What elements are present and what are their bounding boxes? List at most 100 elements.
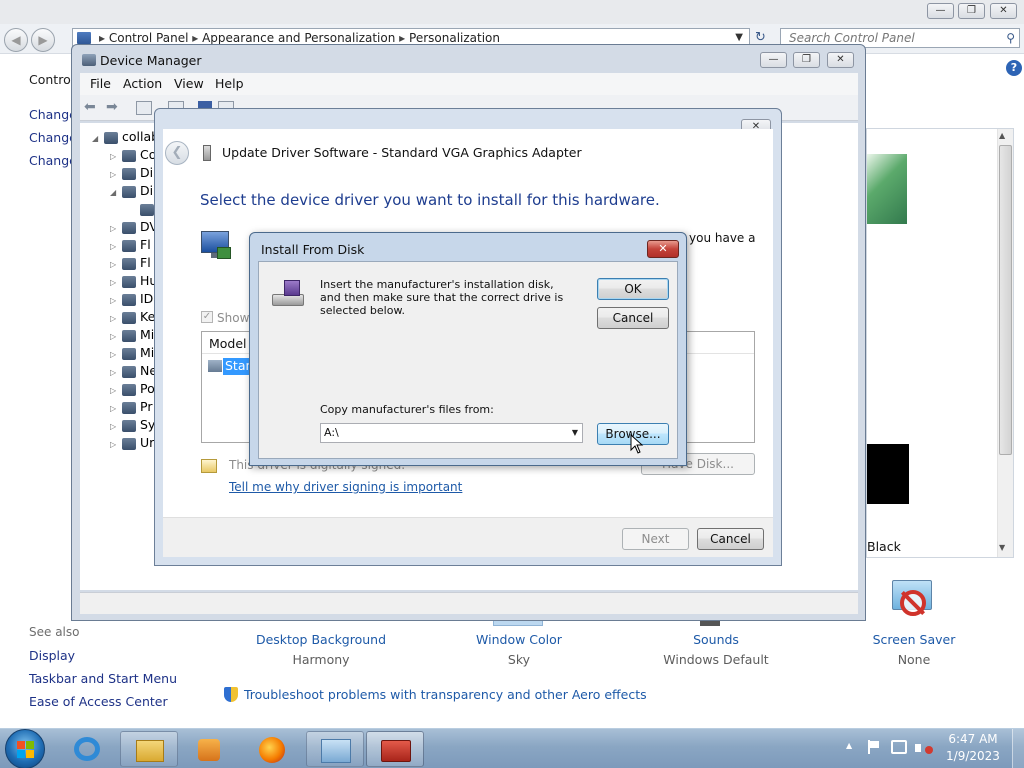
close-button[interactable]: ✕ [990,3,1017,19]
expand-arrow-icon[interactable]: ▷ [110,152,122,161]
taskbar-control-panel[interactable] [306,731,364,767]
clock-date[interactable]: 1/9/2023 [938,749,1008,763]
volume-muted-icon[interactable] [915,740,933,756]
expand-arrow-icon[interactable]: ▷ [110,224,122,233]
show-hidden-icons[interactable]: ▲ [846,741,852,750]
back-arrow-icon[interactable]: ⬅ [84,99,96,115]
expand-arrow-icon[interactable]: ▷ [110,440,122,449]
tree-item[interactable]: ▷ Fl [110,237,151,255]
next-button[interactable]: Next [622,528,689,550]
tree-item[interactable]: ▷ Po [110,381,155,399]
sounds-link[interactable]: Sounds [636,632,796,647]
left-link-2[interactable]: Change [29,153,77,168]
taskbar-media-player[interactable] [180,731,238,767]
breadcrumb-item-0[interactable]: Control Panel [109,31,189,45]
help-icon[interactable]: ? [1006,60,1022,76]
theme-scrollbar[interactable]: ▲ ▼ [997,129,1013,557]
copy-from-combobox[interactable]: A:\ ▼ [320,423,583,443]
window-color-link[interactable]: Window Color [439,632,599,647]
see-also-display[interactable]: Display [29,648,75,663]
expand-arrow-icon[interactable]: ▷ [110,242,122,251]
tree-item[interactable]: ▷ Mi [110,345,154,363]
theme-label-black[interactable]: Black [867,539,901,554]
refresh-icon[interactable]: ↻ [755,30,766,45]
screen-saver-icon[interactable] [890,580,936,624]
expand-arrow-icon[interactable]: ▷ [110,332,122,341]
tree-item[interactable]: ▷ DV [110,219,158,237]
expand-arrow-icon[interactable]: ◢ [92,134,104,143]
expand-arrow-icon[interactable]: ▷ [110,404,122,413]
tree-item[interactable]: ▷ Pr [110,399,152,417]
driver-signing-link[interactable]: Tell me why driver signing is important [229,480,462,494]
back-icon[interactable]: ◀ [4,28,28,52]
expand-arrow-icon[interactable]: ◢ [110,188,122,197]
expand-arrow-icon[interactable]: ▷ [110,368,122,377]
theme-thumbnail[interactable] [867,154,907,224]
forward-icon[interactable]: ▶ [31,28,55,52]
tree-item[interactable]: ▷ Sy [110,417,155,435]
combobox-dropdown-icon[interactable]: ▼ [572,424,578,442]
tree-item[interactable]: ▷ Ke [110,309,155,327]
tree-item[interactable]: ▷ Co [110,147,156,165]
expand-arrow-icon[interactable]: ▷ [110,296,122,305]
forward-arrow-icon[interactable]: ➡ [106,99,118,115]
see-also-taskbar[interactable]: Taskbar and Start Menu [29,671,177,686]
breadcrumb-item-2[interactable]: Personalization [409,31,500,45]
scroll-up-icon[interactable]: ▲ [999,131,1005,140]
network-icon[interactable] [891,740,907,754]
see-also-ease-of-access[interactable]: Ease of Access Center [29,694,168,709]
taskbar-internet-explorer[interactable] [58,731,116,767]
menu-view[interactable]: View [174,76,204,91]
left-link-1[interactable]: Change [29,130,77,145]
tree-item[interactable]: ◢ collab [92,129,159,147]
properties-icon[interactable] [136,101,152,115]
tree-item[interactable]: ▷ Fl [110,255,151,273]
expand-arrow-icon[interactable]: ▷ [110,260,122,269]
left-heading[interactable]: Control [29,72,74,87]
tree-item[interactable]: ▷ Ne [110,363,157,381]
show-compatible-checkbox[interactable]: ✓ [201,311,213,323]
taskbar-firefox[interactable] [243,731,301,767]
menu-file[interactable]: File [90,76,111,91]
scroll-down-icon[interactable]: ▼ [999,543,1005,552]
wizard-back-button[interactable]: ❮ [165,141,189,165]
expand-arrow-icon[interactable]: ▷ [110,278,122,287]
tree-item[interactable]: ◢ Di [110,183,153,201]
model-column-header[interactable]: Model [209,336,247,351]
tree-item[interactable]: ▷ Di [110,165,153,183]
search-icon[interactable]: ⚲ [1006,29,1015,47]
action-center-flag-icon[interactable] [866,740,880,754]
maximize-button[interactable]: ❐ [958,3,985,19]
ifd-ok-button[interactable]: OK [597,278,669,300]
expand-arrow-icon[interactable]: ▷ [110,386,122,395]
taskbar-explorer[interactable] [120,731,178,767]
screen-saver-link[interactable]: Screen Saver [834,632,994,647]
troubleshoot-link[interactable]: Troubleshoot problems with transparency … [244,687,647,702]
start-button[interactable] [5,729,45,768]
tree-item[interactable]: ▷ Hu [110,273,157,291]
ifd-close-button[interactable]: ✕ [647,240,679,258]
expand-arrow-icon[interactable]: ▷ [110,170,122,179]
tree-item[interactable]: ▷ Mi [110,327,154,345]
minimize-button[interactable]: — [927,3,954,19]
expand-arrow-icon[interactable]: ▷ [110,314,122,323]
scroll-thumb[interactable] [999,145,1012,455]
breadcrumb-item-1[interactable]: Appearance and Personalization [202,31,395,45]
ifd-cancel-button[interactable]: Cancel [597,307,669,329]
expand-arrow-icon[interactable]: ▷ [110,350,122,359]
dm-close-button[interactable]: ✕ [827,52,854,68]
theme-thumbnail-black[interactable] [867,444,909,504]
left-link-0[interactable]: Change [29,107,77,122]
taskbar-device-manager[interactable] [366,731,424,767]
clock-time[interactable]: 6:47 AM [938,732,1008,746]
expand-arrow-icon[interactable]: ▷ [110,422,122,431]
dm-minimize-button[interactable]: — [760,52,787,68]
uds-cancel-button[interactable]: Cancel [697,528,764,550]
tree-item[interactable]: ▷ Ur [110,435,154,453]
desktop-background-link[interactable]: Desktop Background [241,632,401,647]
menu-help[interactable]: Help [215,76,244,91]
menu-action[interactable]: Action [123,76,162,91]
tree-item[interactable]: ▷ ID [110,291,153,309]
show-desktop-button[interactable] [1012,729,1024,768]
dm-maximize-button[interactable]: ❐ [793,52,820,68]
